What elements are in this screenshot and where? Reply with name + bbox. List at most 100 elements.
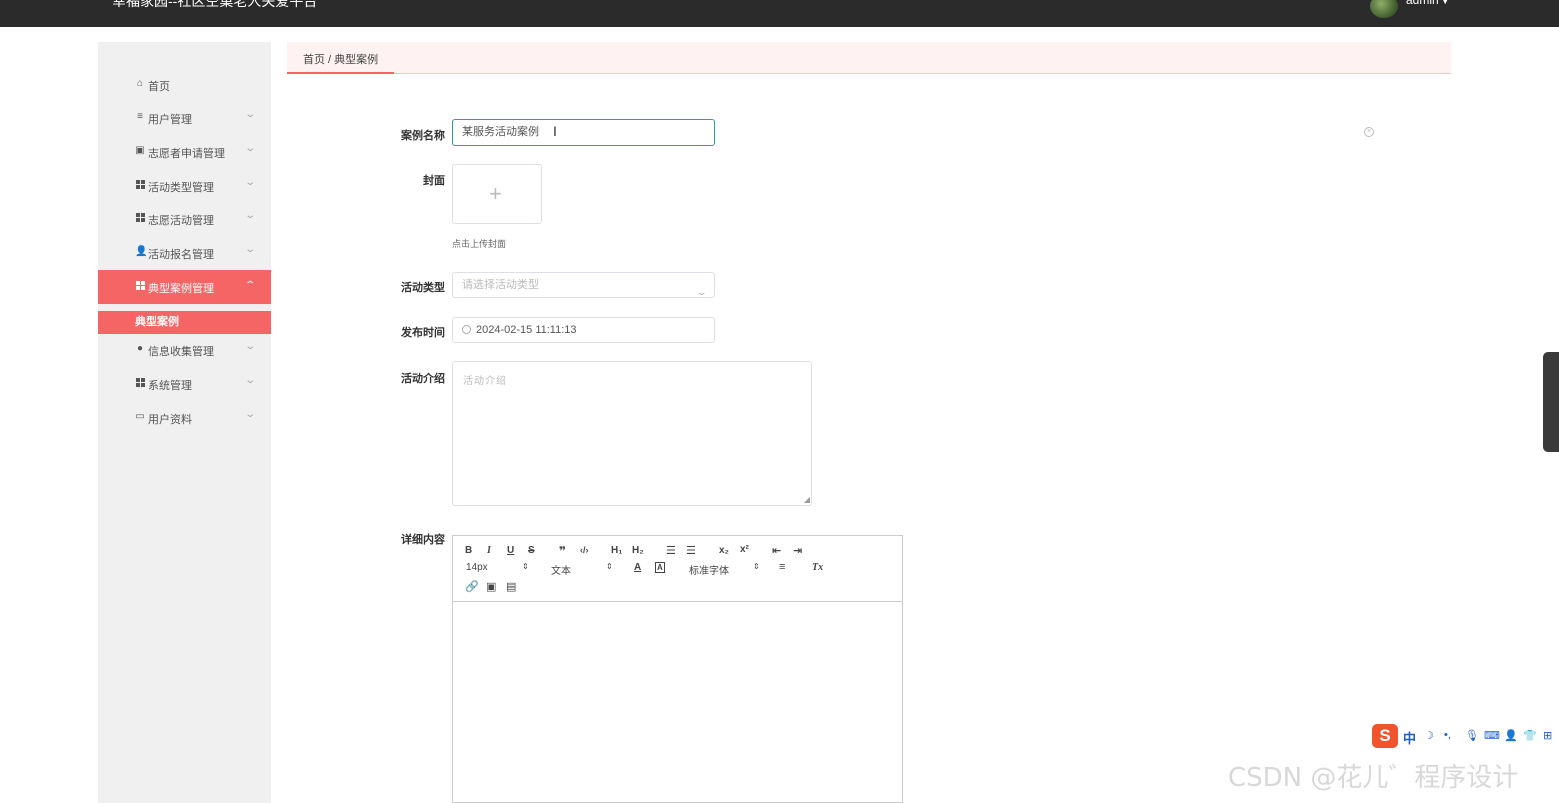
grid-icon bbox=[135, 180, 145, 190]
sidebar-item-label: 用户资料 bbox=[148, 414, 192, 426]
sidebar-subitem-typical-case[interactable]: 典型案例 bbox=[98, 311, 271, 334]
h2-icon[interactable]: H₂ bbox=[632, 545, 644, 556]
chevron-down-icon: ⌄ bbox=[244, 109, 257, 120]
link-icon[interactable]: 🔗 bbox=[465, 580, 479, 593]
video-icon[interactable]: ▤ bbox=[506, 580, 516, 593]
breadcrumb: 首页 / 典型案例 bbox=[287, 42, 1451, 74]
bold-icon[interactable]: B bbox=[465, 545, 472, 556]
sidebar-item-volunteer-activity[interactable]: 志愿活动管理 ⌄ bbox=[98, 202, 271, 236]
avatar[interactable] bbox=[1370, 0, 1398, 18]
grid-icon bbox=[135, 378, 145, 388]
select-arrows-icon: ⇕ bbox=[753, 562, 760, 571]
chevron-up-icon: ⌃ bbox=[244, 280, 257, 291]
grid-icon bbox=[135, 213, 145, 223]
editor-toolbar: B I U S ❞ ‹/› H₁ H₂ ☰ ☰ x₂ x² ⇤ ⇥ 14px ⇕… bbox=[453, 536, 902, 602]
superscript-icon[interactable]: x² bbox=[740, 544, 749, 555]
h1-icon[interactable]: H₁ bbox=[611, 545, 622, 556]
select-arrows-icon: ⇕ bbox=[522, 562, 529, 571]
blockquote-icon[interactable]: ❞ bbox=[559, 544, 566, 558]
top-bar: 幸福家园--社区空巢老人关爱平台 admin ▼ bbox=[0, 0, 1559, 27]
chevron-down-icon: ⌄ bbox=[244, 409, 257, 420]
chevron-down-icon: ⌄ bbox=[244, 143, 257, 154]
publish-time-value: 2024-02-15 11:11:13 bbox=[476, 324, 577, 336]
watermark: CSDN @花儿゛程序设计 bbox=[1228, 763, 1519, 793]
name-label: 案例名称 bbox=[401, 130, 445, 142]
sidebar-item-activity-type[interactable]: 活动类型管理 ⌄ bbox=[98, 169, 271, 203]
grid-icon bbox=[135, 281, 145, 291]
sidebar-item-label: 系统管理 bbox=[148, 380, 192, 392]
clipboard-icon: ▣ bbox=[135, 145, 145, 156]
select-arrows-icon: ⇕ bbox=[606, 562, 613, 571]
sidebar-item-volunteer-apply[interactable]: ▣ 志愿者申请管理 ⌄ bbox=[98, 135, 271, 169]
select-placeholder: 请选择活动类型 bbox=[462, 279, 539, 291]
font-family-select[interactable]: 标准字体 bbox=[689, 562, 729, 577]
microphone-icon[interactable]: 🎙 bbox=[1465, 729, 1479, 742]
strike-icon[interactable]: S bbox=[528, 545, 535, 556]
username: admin bbox=[1406, 0, 1439, 7]
text-cursor-icon: I bbox=[553, 123, 557, 139]
upload-hint: 点击上传封面 bbox=[452, 239, 507, 249]
sidebar-item-signup[interactable]: 👤 活动报名管理 ⌄ bbox=[98, 236, 271, 270]
ordered-list-icon[interactable]: ☰ bbox=[666, 544, 676, 557]
sidebar-subitem-label: 典型案例 bbox=[135, 316, 179, 328]
subscript-icon[interactable]: x₂ bbox=[719, 545, 729, 556]
detail-label: 详细内容 bbox=[401, 534, 445, 546]
case-name-input[interactable]: 某服务活动案例 bbox=[452, 119, 715, 146]
underline-icon[interactable]: U bbox=[507, 545, 514, 556]
intro-label: 活动介绍 bbox=[401, 373, 445, 385]
intro-placeholder: 活动介绍 bbox=[463, 376, 507, 387]
keyboard-icon[interactable]: ⌨ bbox=[1484, 729, 1500, 742]
card-icon: ▭ bbox=[135, 411, 145, 422]
clear-icon[interactable]: × bbox=[1364, 127, 1374, 137]
italic-icon[interactable]: I bbox=[487, 545, 491, 556]
chevron-down-icon: ⌄ bbox=[244, 341, 257, 352]
sidebar-item-system[interactable]: 系统管理 ⌄ bbox=[98, 367, 271, 401]
user-icon[interactable]: 👤 bbox=[1504, 729, 1518, 742]
app-title: 幸福家园--社区空巢老人关爱平台 bbox=[112, 0, 318, 9]
chevron-down-icon: ⌄ bbox=[244, 210, 257, 221]
align-icon[interactable]: ≡ bbox=[779, 561, 785, 573]
home-icon: ⌂ bbox=[136, 78, 144, 89]
sidebar-item-label: 首页 bbox=[148, 81, 170, 93]
publish-time-picker[interactable]: 2024-02-15 11:11:13 bbox=[452, 317, 715, 343]
clear-format-icon[interactable]: Tx bbox=[812, 562, 823, 573]
cover-upload[interactable]: + bbox=[452, 164, 542, 224]
intro-textarea[interactable]: 活动介绍 ◢ bbox=[452, 361, 812, 506]
background-color-icon[interactable]: A bbox=[655, 562, 665, 573]
moon-icon[interactable]: ☽ bbox=[1424, 729, 1434, 742]
activity-type-select[interactable]: 请选择活动类型 ⌄ bbox=[452, 272, 715, 298]
sidebar: ⌂ 首页 ≡ 用户管理 ⌄ ▣ 志愿者申请管理 ⌄ 活动类型管理 ⌄ 志愿活动管… bbox=[98, 42, 271, 803]
image-icon[interactable]: ▣ bbox=[486, 580, 496, 593]
sidebar-item-home[interactable]: ⌂ 首页 bbox=[98, 68, 271, 102]
indent-decrease-icon[interactable]: ⇤ bbox=[772, 544, 781, 557]
sidebar-item-label: 志愿活动管理 bbox=[148, 215, 214, 227]
sidebar-item-label: 活动报名管理 bbox=[148, 249, 214, 261]
bullet-list-icon[interactable]: ☰ bbox=[686, 544, 696, 557]
breadcrumb-tab[interactable]: 首页 / 典型案例 bbox=[287, 42, 395, 74]
indent-increase-icon[interactable]: ⇥ bbox=[793, 544, 802, 557]
font-color-icon[interactable]: A bbox=[634, 562, 641, 573]
rich-text-editor: B I U S ❞ ‹/› H₁ H₂ ☰ ☰ x₂ x² ⇤ ⇥ 14px ⇕… bbox=[452, 535, 903, 803]
header-select[interactable]: 文本 bbox=[551, 562, 571, 577]
side-drawer-handle[interactable] bbox=[1543, 352, 1559, 452]
ime-toolbar: S 中 ☽ •, 🎙 ⌨ 👤 👕 ⊞ bbox=[1372, 724, 1559, 748]
user-menu[interactable]: admin ▼ bbox=[1406, 0, 1450, 7]
plus-icon: + bbox=[489, 181, 502, 206]
sogou-logo-icon[interactable]: S bbox=[1372, 724, 1398, 748]
punctuation-icon[interactable]: •, bbox=[1444, 729, 1451, 741]
apps-icon[interactable]: ⊞ bbox=[1543, 729, 1552, 742]
list-icon: ≡ bbox=[137, 111, 143, 122]
font-size-select[interactable]: 14px bbox=[466, 562, 488, 573]
pin-icon: ● bbox=[136, 343, 144, 354]
sidebar-item-label: 信息收集管理 bbox=[148, 346, 214, 358]
skin-icon[interactable]: 👕 bbox=[1523, 729, 1537, 742]
sidebar-item-cases[interactable]: 典型案例管理 ⌃ bbox=[98, 270, 271, 304]
code-block-icon[interactable]: ‹/› bbox=[580, 545, 589, 555]
resize-handle-icon[interactable]: ◢ bbox=[804, 495, 810, 504]
ime-mode[interactable]: 中 bbox=[1403, 728, 1416, 747]
sidebar-item-profile[interactable]: ▭ 用户资料 ⌄ bbox=[98, 401, 271, 435]
chevron-down-icon: ⌄ bbox=[244, 244, 257, 255]
sidebar-item-info-collect[interactable]: ● 信息收集管理 ⌄ bbox=[98, 333, 271, 367]
sidebar-item-users[interactable]: ≡ 用户管理 ⌄ bbox=[98, 101, 271, 135]
user-icon: 👤 bbox=[135, 246, 148, 257]
